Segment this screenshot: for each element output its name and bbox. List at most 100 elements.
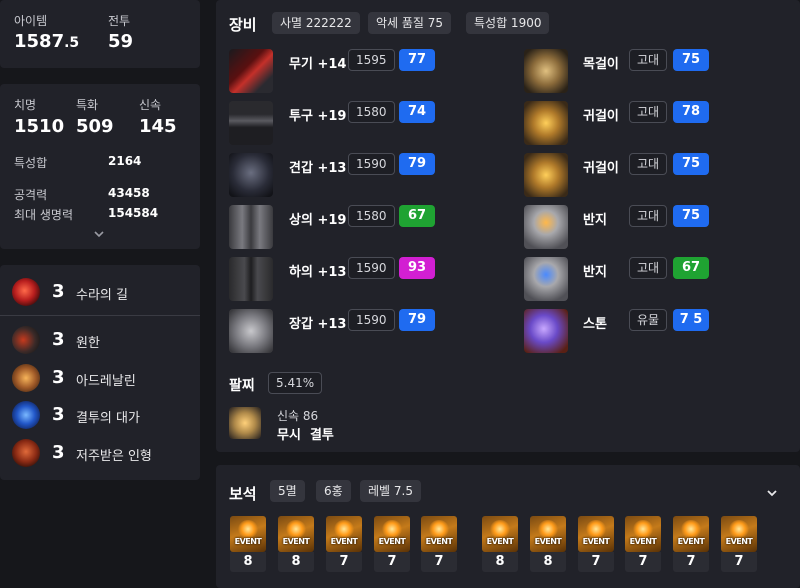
accessory-name: 귀걸이 <box>583 109 619 124</box>
grade-chip: 고대 <box>629 257 668 279</box>
quality-badge: 7 5 <box>673 309 709 331</box>
combat-level-label: 전투 <box>108 14 131 28</box>
gem-level: 7 <box>721 552 757 572</box>
engraving-name: 결투의 대가 <box>76 411 140 426</box>
shoulder-icon <box>229 153 273 197</box>
crit-value: 1510 <box>14 116 65 137</box>
grade-chip: 고대 <box>629 205 668 227</box>
gem-icon: EVENT <box>326 516 362 552</box>
necklace-icon <box>524 49 568 93</box>
engraving-level: 3 <box>52 404 65 425</box>
grade-chip: 고대 <box>629 153 668 175</box>
earring-icon <box>524 153 568 197</box>
divider <box>0 315 200 316</box>
gem-icon: EVENT <box>374 516 410 552</box>
gem-level: 7 <box>625 552 661 572</box>
adrenaline-icon <box>12 364 40 392</box>
accessory-name: 스톤 <box>583 317 607 332</box>
crit-label: 치명 <box>14 98 37 112</box>
gem-level: 7 <box>421 552 457 572</box>
gem-level: 8 <box>530 552 566 572</box>
gem-level: 7 <box>578 552 614 572</box>
bracelet-title: 팔찌 <box>229 378 255 394</box>
chest-icon <box>229 205 273 249</box>
weapon-icon <box>229 49 273 93</box>
bracelet-icon[interactable] <box>229 407 261 439</box>
grudge-icon <box>12 326 40 354</box>
engraving-name: 원한 <box>76 336 100 351</box>
event-label: EVENT <box>282 537 310 546</box>
gem-tile[interactable]: EVENT 7 <box>578 516 614 572</box>
event-label: EVENT <box>330 537 358 546</box>
quality-badge: 67 <box>399 205 435 227</box>
max-hp-label: 최대 생명력 <box>14 208 74 222</box>
quality-badge: 79 <box>399 309 435 331</box>
quality-badge: 93 <box>399 257 435 279</box>
gem-level: 7 <box>326 552 362 572</box>
armor-name: 견갑 +13 <box>289 161 347 176</box>
event-label: EVENT <box>234 537 262 546</box>
engraving-name: 수라의 길 <box>76 288 128 303</box>
pants-icon <box>229 257 273 301</box>
gem-icon: EVENT <box>230 516 266 552</box>
item-level-chip: 1595 <box>348 49 395 71</box>
master-brawler-icon <box>12 401 40 429</box>
swift-label: 신속 <box>139 98 162 112</box>
gem-chip-1: 5멸 <box>270 480 305 502</box>
gem-tile[interactable]: EVENT 7 <box>421 516 457 572</box>
gem-tile[interactable]: EVENT 7 <box>326 516 362 572</box>
attack-label: 공격력 <box>14 188 48 202</box>
earring-icon <box>524 101 568 145</box>
accessory-name: 반지 <box>583 213 607 228</box>
item-level-chip: 1590 <box>348 309 395 331</box>
gem-level: 7 <box>673 552 709 572</box>
gem-level: 8 <box>278 552 314 572</box>
total-label: 특성합 <box>14 156 48 170</box>
equipment-title: 장비 <box>229 16 257 34</box>
gem-tile[interactable]: EVENT 7 <box>721 516 757 572</box>
quality-badge: 79 <box>399 153 435 175</box>
engravings-panel: 3 수라의 길 3 원한 3 아드레날린 3 결투의 대가 3 저주받은 인형 <box>0 265 200 480</box>
engraving-level: 3 <box>52 329 65 350</box>
event-label: EVENT <box>629 537 657 546</box>
engraving-level: 3 <box>52 367 65 388</box>
engraving-name: 아드레날린 <box>76 374 136 389</box>
item-level-chip: 1590 <box>348 257 395 279</box>
stats-panel: 치명 1510 특화 509 신속 145 특성합 2164 공격력 43458… <box>0 84 200 249</box>
gem-tile[interactable]: EVENT 7 <box>673 516 709 572</box>
max-hp-value: 154584 <box>108 206 159 220</box>
item-level-chip: 1580 <box>348 101 395 123</box>
quality-badge: 67 <box>673 257 709 279</box>
quality-badge: 75 <box>673 205 709 227</box>
gem-tile[interactable]: EVENT 7 <box>374 516 410 572</box>
accessory-quality-chip: 악세 품질 75 <box>368 12 452 34</box>
accessory-name: 목걸이 <box>583 57 619 72</box>
gem-icon: EVENT <box>673 516 709 552</box>
cursed-doll-icon <box>12 439 40 467</box>
equipment-panel: 장비 사멸 222222 악세 품질 75 특성합 1900 무기 +14 15… <box>216 0 800 452</box>
gem-level: 8 <box>230 552 266 572</box>
quality-badge: 78 <box>673 101 709 123</box>
event-label: EVENT <box>582 537 610 546</box>
gem-icon: EVENT <box>482 516 518 552</box>
chevron-down-icon[interactable] <box>93 228 105 240</box>
gem-tile[interactable]: EVENT 8 <box>278 516 314 572</box>
asura-path-icon <box>12 278 40 306</box>
item-level-chip: 1580 <box>348 205 395 227</box>
stone-icon <box>524 309 568 353</box>
set-chip: 사멸 222222 <box>272 12 360 34</box>
gem-tile[interactable]: EVENT 8 <box>482 516 518 572</box>
engraving-level: 3 <box>52 442 65 463</box>
chevron-down-icon[interactable] <box>765 486 779 500</box>
summary-panel: 아이템 1587.5 전투 59 <box>0 0 200 68</box>
item-level-chip: 1590 <box>348 153 395 175</box>
armor-name: 장갑 +13 <box>289 317 347 332</box>
gem-tile[interactable]: EVENT 7 <box>625 516 661 572</box>
accessory-name: 반지 <box>583 265 607 280</box>
gem-tile[interactable]: EVENT 8 <box>530 516 566 572</box>
gem-level: 8 <box>482 552 518 572</box>
gem-tile[interactable]: EVENT 8 <box>230 516 266 572</box>
grade-chip: 고대 <box>629 101 668 123</box>
ring-icon <box>524 205 568 249</box>
gem-icon: EVENT <box>721 516 757 552</box>
